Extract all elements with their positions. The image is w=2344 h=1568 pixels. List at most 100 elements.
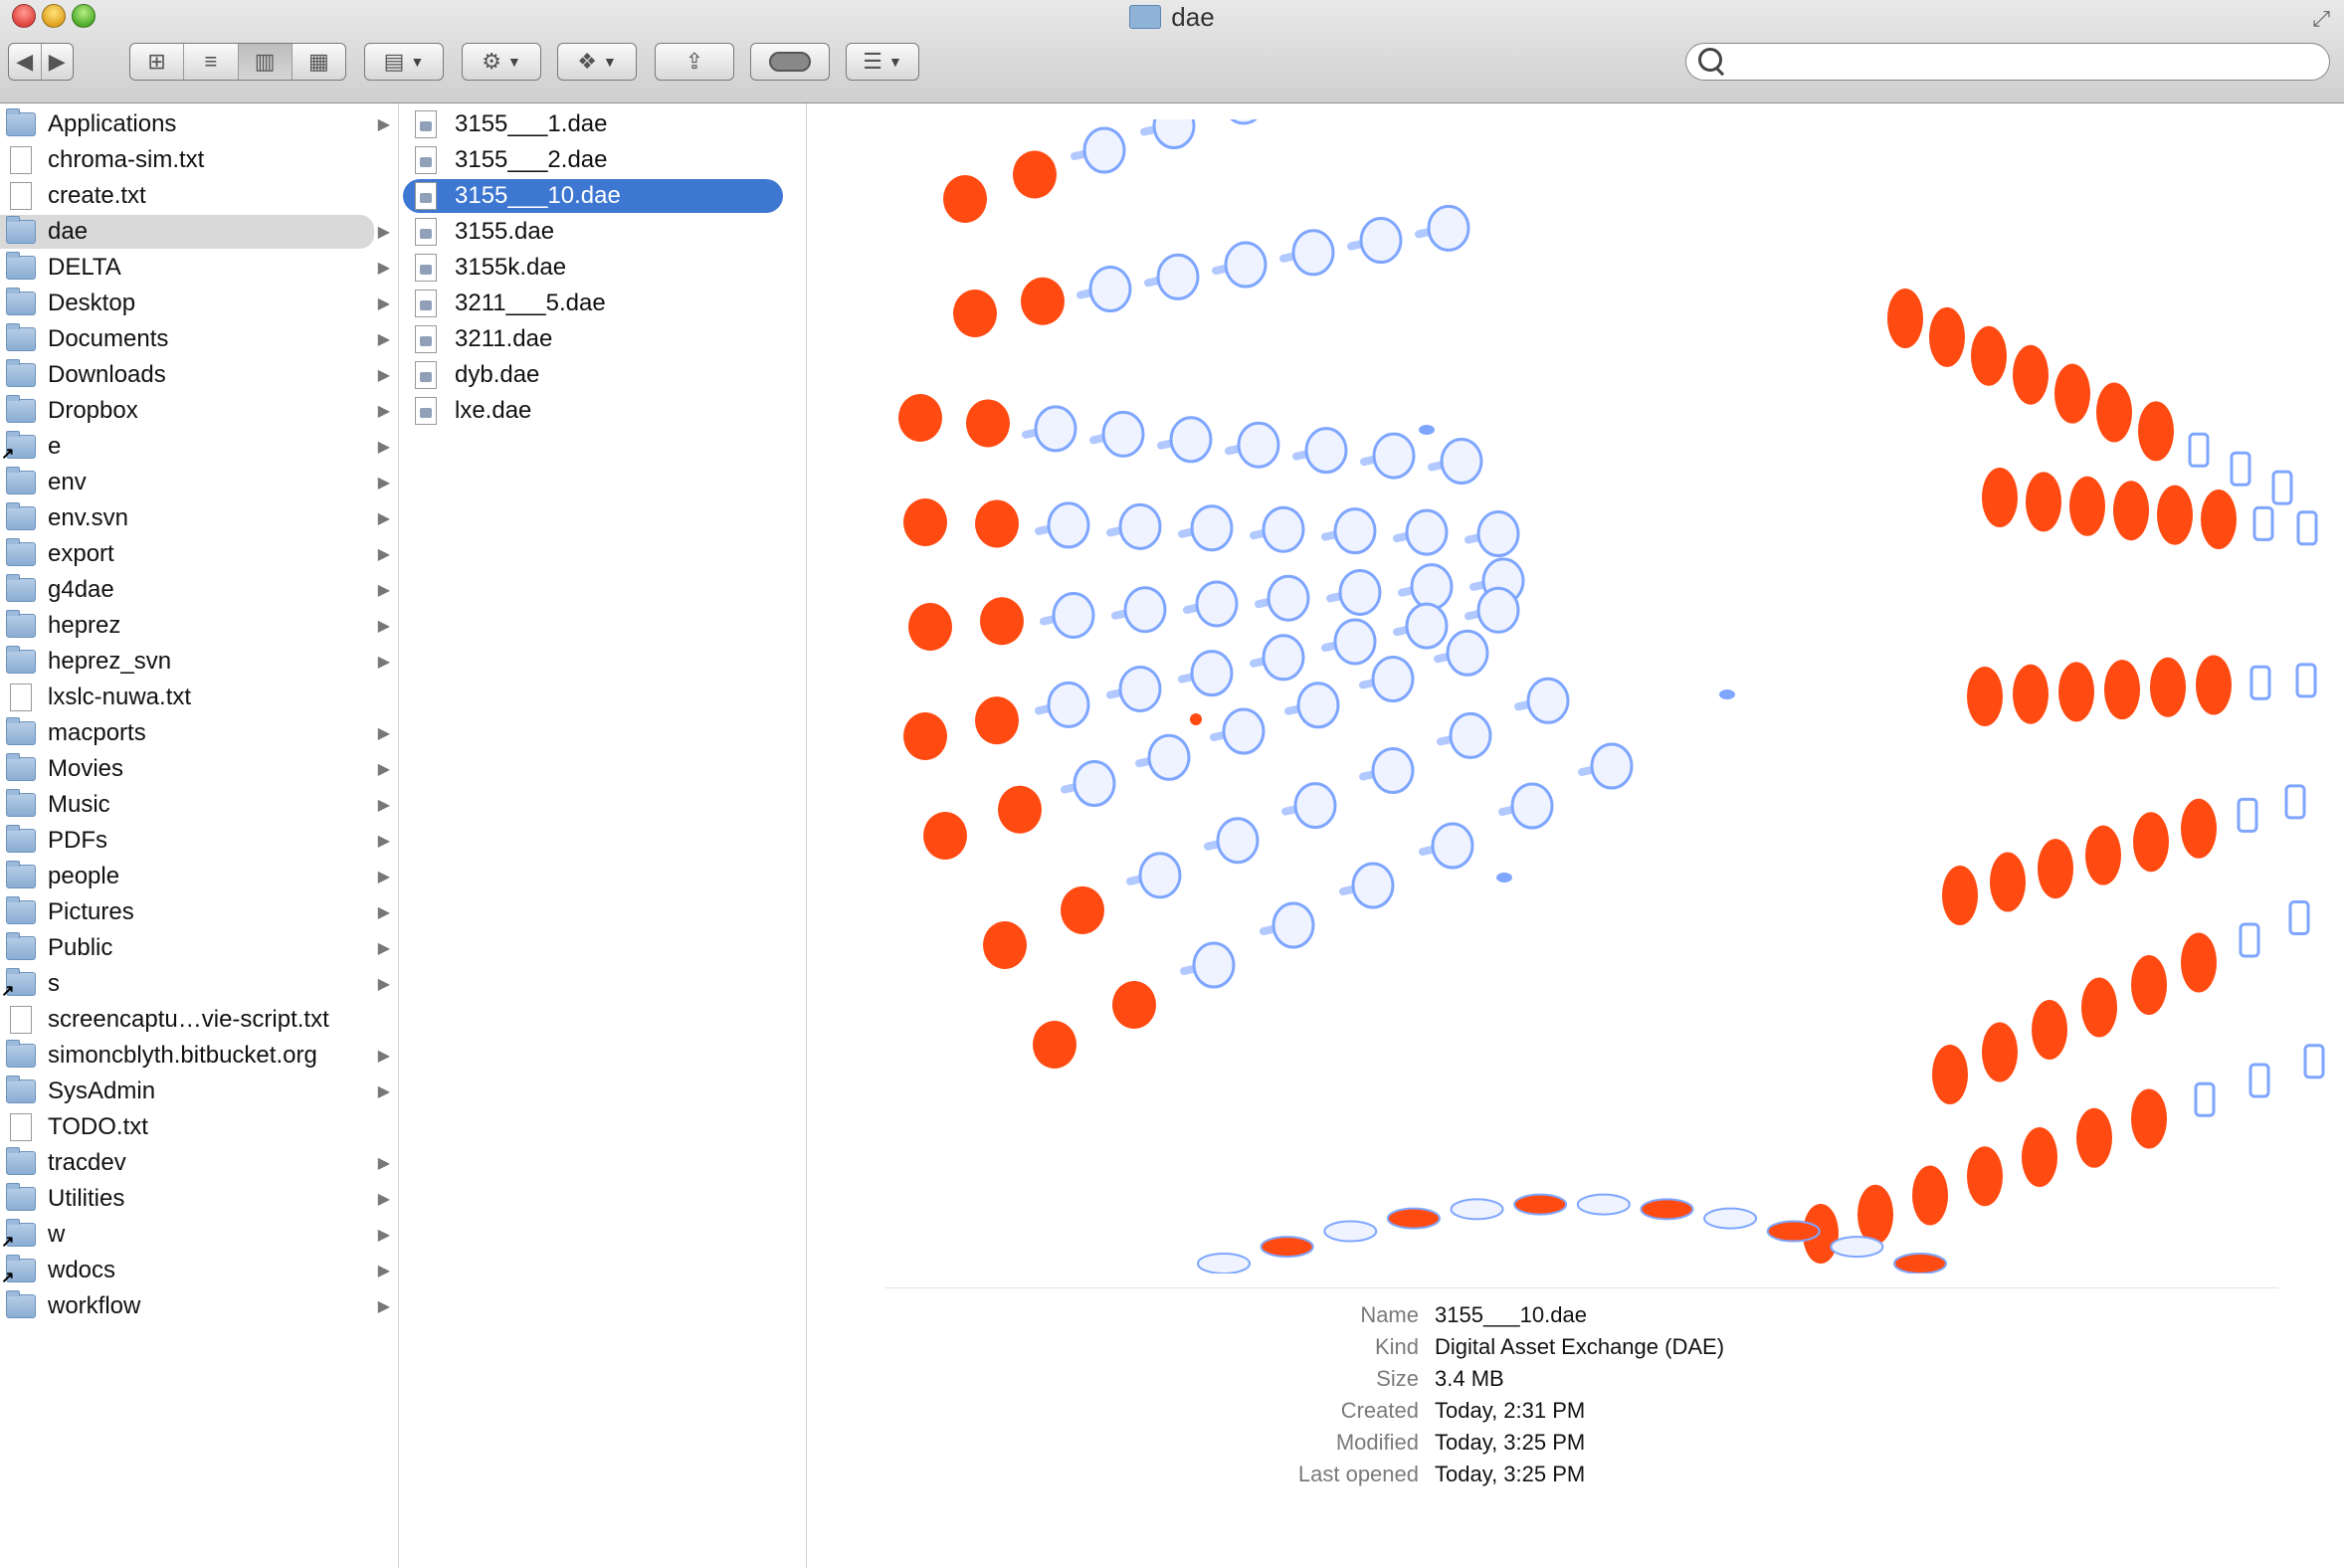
info-key: Size [1376, 1366, 1419, 1391]
orange-pmt [980, 597, 1024, 646]
folder-icon [6, 538, 36, 566]
sidebar-item[interactable]: Applications ▶ [0, 107, 398, 141]
sidebar-item[interactable]: Documents ▶ [0, 322, 398, 356]
folder-icon [6, 359, 36, 387]
info-value: Today, 3:25 PM [1435, 1430, 1586, 1455]
sidebar-item[interactable]: Pictures ▶ [0, 895, 398, 929]
sidebar-item[interactable]: w▶ [0, 1218, 398, 1252]
sidebar-item[interactable]: chroma-sim.txt [0, 143, 398, 177]
sidebar-item-label: screencaptu…vie-script.txt [48, 1006, 329, 1033]
file-item[interactable]: 3155.dae [399, 215, 554, 249]
action-button[interactable]: ⚙ ▼ [462, 43, 541, 81]
sidebar-item[interactable]: Desktop ▶ [0, 287, 398, 320]
sidebar-item[interactable]: e▶ [0, 430, 398, 464]
file-item-label: 3155k.dae [455, 254, 567, 281]
bottom-pmt [1703, 1207, 1758, 1230]
document-icon [10, 146, 32, 174]
orange-pmt [903, 498, 947, 546]
dae-file-icon [415, 110, 437, 138]
coverflow-view-icon[interactable]: ▦ [293, 44, 345, 80]
blue-pmt-edge [2239, 922, 2260, 958]
folder-icon [6, 1040, 36, 1068]
sidebar-item[interactable]: dae ▶ [0, 215, 390, 249]
sidebar-item-label: people [48, 863, 120, 889]
sidebar-item[interactable]: g4dae ▶ [0, 573, 398, 607]
file-item[interactable]: 3155___1.dae [399, 107, 608, 141]
sidebar-item[interactable]: wdocs ▶ [0, 1254, 398, 1287]
icon-view-icon[interactable]: ⊞ [130, 44, 185, 80]
orange-pmt [2104, 660, 2140, 720]
sidebar-item-label: dae [48, 218, 89, 245]
dropbox-button[interactable]: ❖ ▼ [557, 43, 637, 81]
orange-pmt [2131, 1088, 2167, 1149]
toggle-button[interactable] [750, 43, 830, 81]
orange-pmt [983, 921, 1027, 969]
blue-pmt [1372, 432, 1416, 480]
sidebar-item[interactable]: PDFs ▶ [0, 824, 398, 858]
blue-pmt [1526, 677, 1570, 724]
document-icon [10, 1006, 32, 1034]
sidebar-item[interactable]: Dropbox ▶ [0, 394, 398, 428]
sidebar-item[interactable]: heprez_svn ▶ [0, 645, 398, 679]
orange-pmt [2201, 490, 2237, 549]
forward-arrow-icon[interactable]: ▶ [42, 44, 74, 80]
sidebar-item[interactable]: TODO.txt [0, 1110, 398, 1144]
disclosure-arrow-icon: ▶ [377, 940, 390, 957]
back-arrow-icon[interactable]: ◀ [9, 44, 42, 80]
sidebar-item-label: s [48, 970, 60, 997]
sidebar-item[interactable]: env.svn ▶ [0, 501, 398, 535]
file-item[interactable]: dyb.dae [399, 358, 539, 392]
sidebar-item[interactable]: env ▶ [0, 466, 398, 499]
sidebar-item-label: heprez_svn [48, 648, 172, 675]
dae-file-icon [415, 182, 437, 210]
sidebar-item[interactable]: Public ▶ [0, 931, 398, 965]
sidebar-item[interactable]: DELTA ▶ [0, 251, 398, 285]
file-item[interactable]: 3155k.dae [399, 251, 566, 285]
orange-pmt [2069, 476, 2105, 536]
sidebar-item[interactable]: Utilities ▶ [0, 1182, 398, 1216]
file-item[interactable]: lxe.dae [399, 394, 531, 428]
orange-pmt [2032, 1000, 2067, 1060]
fullscreen-icon[interactable]: ⤢ [2312, 6, 2330, 32]
folder-icon [6, 502, 36, 530]
preview-image [898, 119, 2325, 1274]
column-view-icon[interactable]: ▥ [238, 44, 293, 80]
sidebar-item[interactable]: SysAdmin ▶ [0, 1075, 398, 1108]
blue-pmt [1138, 852, 1182, 899]
share-button[interactable]: ⇪ [655, 43, 734, 81]
sidebar-item[interactable]: s▶ [0, 967, 398, 1001]
search-field[interactable] [1685, 43, 2330, 81]
sidebar-item[interactable]: heprez ▶ [0, 609, 398, 643]
file-item[interactable]: 3211.dae [399, 322, 552, 356]
list-view-icon[interactable]: ≡ [184, 44, 239, 80]
sidebar-item[interactable]: Music ▶ [0, 788, 398, 822]
sidebar-item[interactable]: screencaptu…vie-script.txt [0, 1003, 398, 1037]
file-item[interactable]: 3211___5.dae [399, 287, 606, 320]
bottom-pmt [1576, 1193, 1631, 1216]
list-options-button[interactable]: ☰ ▼ [846, 43, 919, 81]
sidebar-item[interactable]: create.txt [0, 179, 398, 213]
sidebar-item[interactable]: Movies ▶ [0, 752, 398, 786]
sidebar-item[interactable]: macports ▶ [0, 716, 398, 750]
file-item-label: 3155___1.dae [455, 110, 608, 137]
orange-pmt [2196, 655, 2232, 715]
sidebar-item[interactable]: people ▶ [0, 860, 398, 893]
blue-pmt [1222, 707, 1266, 755]
search-input[interactable] [1730, 46, 2311, 78]
info-key: Kind [1374, 1334, 1419, 1359]
blue-pmt [1118, 665, 1162, 712]
window-title: dae [0, 0, 2344, 34]
folder-icon [1129, 5, 1162, 29]
sidebar-item[interactable]: workflow ▶ [0, 1289, 398, 1323]
sidebar-item[interactable]: lxslc-nuwa.txt [0, 681, 398, 714]
sidebar-item-label: Music [48, 791, 110, 818]
sidebar-item[interactable]: tracdev ▶ [0, 1146, 398, 1180]
file-item[interactable]: 3155___10.dae [403, 179, 783, 213]
file-item[interactable]: 3155___2.dae [399, 143, 608, 177]
arrange-button[interactable]: ▤ ▼ [364, 43, 444, 81]
disclosure-arrow-icon: ▶ [377, 475, 390, 491]
sidebar-item[interactable]: simoncblyth.bitbucket.org ▶ [0, 1039, 398, 1073]
folder-icon [6, 574, 36, 602]
sidebar-item[interactable]: Downloads ▶ [0, 358, 398, 392]
sidebar-item[interactable]: export ▶ [0, 537, 398, 571]
